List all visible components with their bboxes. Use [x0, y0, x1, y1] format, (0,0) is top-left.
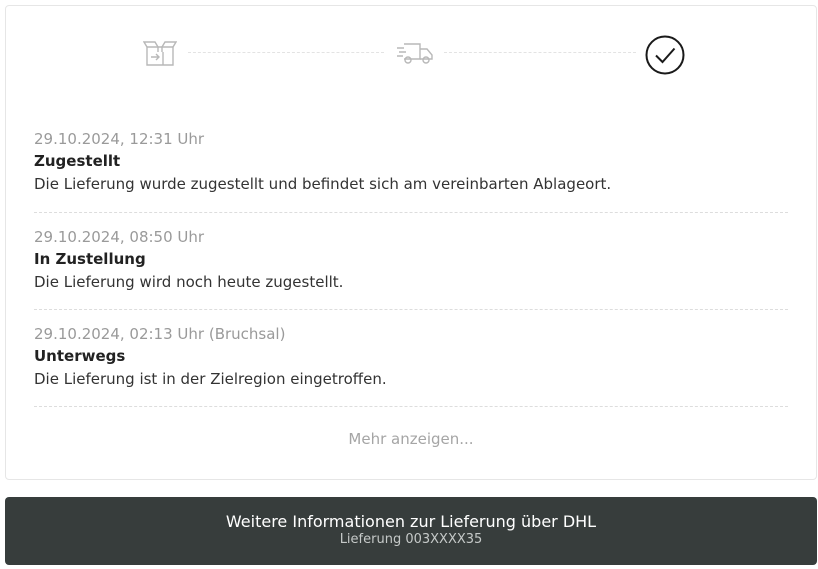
- delivery-truck-icon: [392, 36, 438, 70]
- dhl-button-title: Weitere Informationen zur Lieferung über…: [225, 512, 597, 531]
- event-status: Zugestellt: [34, 152, 121, 170]
- list-item: 29.10.2024, 12:31 Uhr Zugestellt Die Lie…: [34, 126, 788, 213]
- progress-connector: [444, 52, 636, 53]
- event-description: Die Lieferung ist in der Zielregion eing…: [34, 370, 387, 388]
- tracking-card: 29.10.2024, 12:31 Uhr Zugestellt Die Lie…: [5, 5, 817, 480]
- delivery-progress: [6, 6, 816, 106]
- tracking-event-list: 29.10.2024, 12:31 Uhr Zugestellt Die Lie…: [34, 126, 788, 407]
- event-description: Die Lieferung wird noch heute zugestellt…: [34, 273, 344, 291]
- event-timestamp: 29.10.2024, 12:31 Uhr: [34, 130, 205, 148]
- event-timestamp: 29.10.2024, 02:13 Uhr (Bruchsal): [34, 325, 286, 343]
- list-item: 29.10.2024, 08:50 Uhr In Zustellung Die …: [34, 213, 788, 310]
- dhl-info-button[interactable]: Weitere Informationen zur Lieferung über…: [5, 497, 817, 565]
- check-circle-icon: [644, 34, 686, 76]
- event-timestamp: 29.10.2024, 08:50 Uhr: [34, 228, 205, 246]
- progress-connector: [188, 52, 384, 53]
- tracking-number: Lieferung 003XXXX35: [339, 532, 483, 547]
- package-icon: [140, 36, 180, 70]
- event-description: Die Lieferung wurde zugestellt und befin…: [34, 175, 612, 193]
- show-more-link[interactable]: Mehr anzeigen...: [6, 430, 816, 448]
- event-status: Unterwegs: [34, 347, 126, 365]
- event-status: In Zustellung: [34, 250, 146, 268]
- list-item: 29.10.2024, 02:13 Uhr (Bruchsal) Unterwe…: [34, 310, 788, 407]
